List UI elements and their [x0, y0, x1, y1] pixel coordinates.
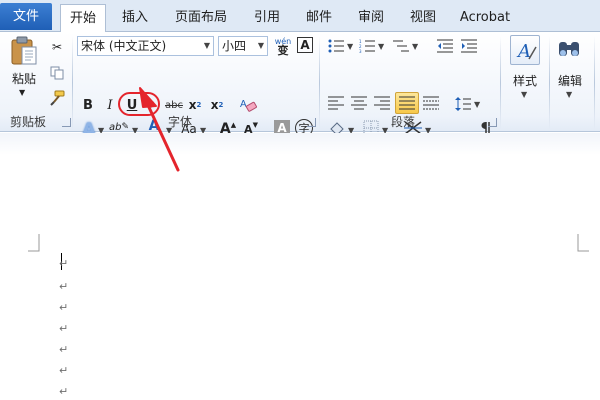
character-border-button[interactable]: A: [297, 37, 313, 53]
ribbon-tab-bar: 文件 开始 插入 页面布局 引用 邮件 审阅 视图 Acrobat: [0, 0, 600, 33]
paragraph-mark: ↵: [59, 364, 69, 377]
page-top-shadow: [0, 133, 600, 155]
tab-view[interactable]: 视图: [400, 4, 446, 32]
svg-text:3: 3: [359, 49, 362, 53]
superscript-mark: 2: [218, 101, 224, 109]
group-separator: [72, 36, 73, 130]
increase-indent-icon[interactable]: [461, 39, 477, 53]
clear-formatting-icon[interactable]: A: [238, 96, 258, 114]
underline-highlight-circle: [118, 92, 160, 116]
triangle-up-icon: ▲: [230, 121, 237, 129]
group-separator: [319, 36, 320, 130]
pencil-icon: ✎: [121, 122, 130, 132]
font-name-value: 宋体 (中文正文): [81, 39, 167, 53]
paste-dropdown-icon[interactable]: ▼: [19, 88, 25, 97]
tab-references[interactable]: 引用: [244, 4, 290, 32]
align-right-icon[interactable]: [374, 96, 390, 110]
chevron-down-icon[interactable]: ▼: [201, 37, 213, 55]
clipboard-launcher-icon[interactable]: [62, 118, 71, 127]
group-separator: [500, 36, 501, 130]
line-spacing-dropdown-icon[interactable]: ▼: [474, 100, 480, 109]
numbering-icon[interactable]: 123: [359, 39, 375, 53]
editing-dropdown-icon[interactable]: ▼: [566, 90, 572, 99]
styles-label[interactable]: 样式: [505, 72, 545, 89]
numbering-dropdown-icon[interactable]: ▼: [378, 42, 384, 51]
highlight-label: ab: [108, 121, 122, 133]
phonetic-guide-char: 变: [277, 44, 289, 57]
document-page[interactable]: [0, 133, 600, 400]
tab-mailings[interactable]: 邮件: [296, 4, 342, 32]
editing-label[interactable]: 编辑: [550, 72, 590, 89]
styles-button[interactable]: A: [510, 35, 540, 65]
line-spacing-icon[interactable]: [455, 96, 471, 112]
paragraph-mark: ↵: [59, 280, 69, 293]
triangle-down-icon: ▼: [252, 121, 258, 129]
italic-button[interactable]: I: [102, 96, 118, 114]
paragraph-mark: ↵: [59, 385, 69, 398]
strikethrough-button[interactable]: abc: [163, 96, 185, 114]
paragraph-mark: ↵: [59, 343, 69, 356]
superscript-x: x: [210, 98, 219, 112]
font-size-combobox[interactable]: 小四 ▼: [218, 36, 268, 56]
styles-dropdown-icon[interactable]: ▼: [521, 90, 527, 99]
justify-icon: [399, 96, 415, 110]
copy-icon[interactable]: [50, 66, 64, 80]
paragraph-group-label: 段落: [390, 115, 415, 129]
binoculars-icon[interactable]: [557, 38, 581, 60]
chevron-down-icon[interactable]: ▼: [255, 37, 267, 55]
font-group-label: 字体: [167, 115, 192, 129]
clipboard-group-label: 剪贴板: [9, 115, 46, 129]
paste-icon[interactable]: [10, 36, 38, 66]
svg-text:A: A: [240, 99, 247, 110]
format-painter-icon[interactable]: [49, 90, 65, 106]
tab-acrobat[interactable]: Acrobat: [452, 4, 518, 32]
multilevel-list-dropdown-icon[interactable]: ▼: [412, 42, 418, 51]
cut-icon[interactable]: ✂: [50, 40, 64, 54]
font-launcher-icon[interactable]: [307, 118, 316, 127]
bullets-icon[interactable]: [328, 39, 344, 53]
tab-review[interactable]: 审阅: [348, 4, 394, 32]
decrease-indent-icon[interactable]: [437, 39, 453, 53]
justify-button[interactable]: [395, 92, 419, 114]
tab-page-layout[interactable]: 页面布局: [164, 4, 238, 32]
ribbon: 粘贴 ▼ ✂ 剪贴板 宋体 (中文正文) ▼ 小四 ▼ wén 变 A B I …: [0, 32, 600, 140]
tab-file[interactable]: 文件: [0, 3, 52, 30]
paste-button[interactable]: 粘贴: [4, 70, 44, 87]
align-left-icon[interactable]: [328, 96, 344, 110]
paragraph-launcher-icon[interactable]: [488, 118, 497, 127]
margin-corner-mark: [577, 234, 589, 252]
paragraph-mark: ↵: [59, 301, 69, 314]
subscript-x: x: [188, 98, 197, 112]
font-name-combobox[interactable]: 宋体 (中文正文) ▼: [77, 36, 214, 56]
subscript-button[interactable]: x2: [186, 96, 204, 114]
multilevel-list-icon[interactable]: [393, 39, 409, 53]
paragraph-mark: ↵: [59, 322, 69, 335]
tab-home[interactable]: 开始: [60, 4, 106, 33]
paragraph-mark: ↵: [59, 257, 69, 270]
tab-insert[interactable]: 插入: [112, 4, 158, 32]
bullets-dropdown-icon[interactable]: ▼: [347, 42, 353, 51]
group-separator: [594, 36, 595, 130]
distributed-icon[interactable]: [423, 96, 439, 110]
phonetic-guide-button[interactable]: wén 变: [272, 35, 294, 57]
subscript-mark: 2: [196, 101, 202, 109]
font-size-value: 小四: [222, 39, 247, 53]
margin-corner-mark: [28, 234, 40, 252]
styles-icon: A: [516, 41, 537, 61]
superscript-button[interactable]: x2: [208, 96, 226, 114]
bold-button[interactable]: B: [80, 96, 96, 114]
align-center-icon[interactable]: [351, 96, 367, 110]
